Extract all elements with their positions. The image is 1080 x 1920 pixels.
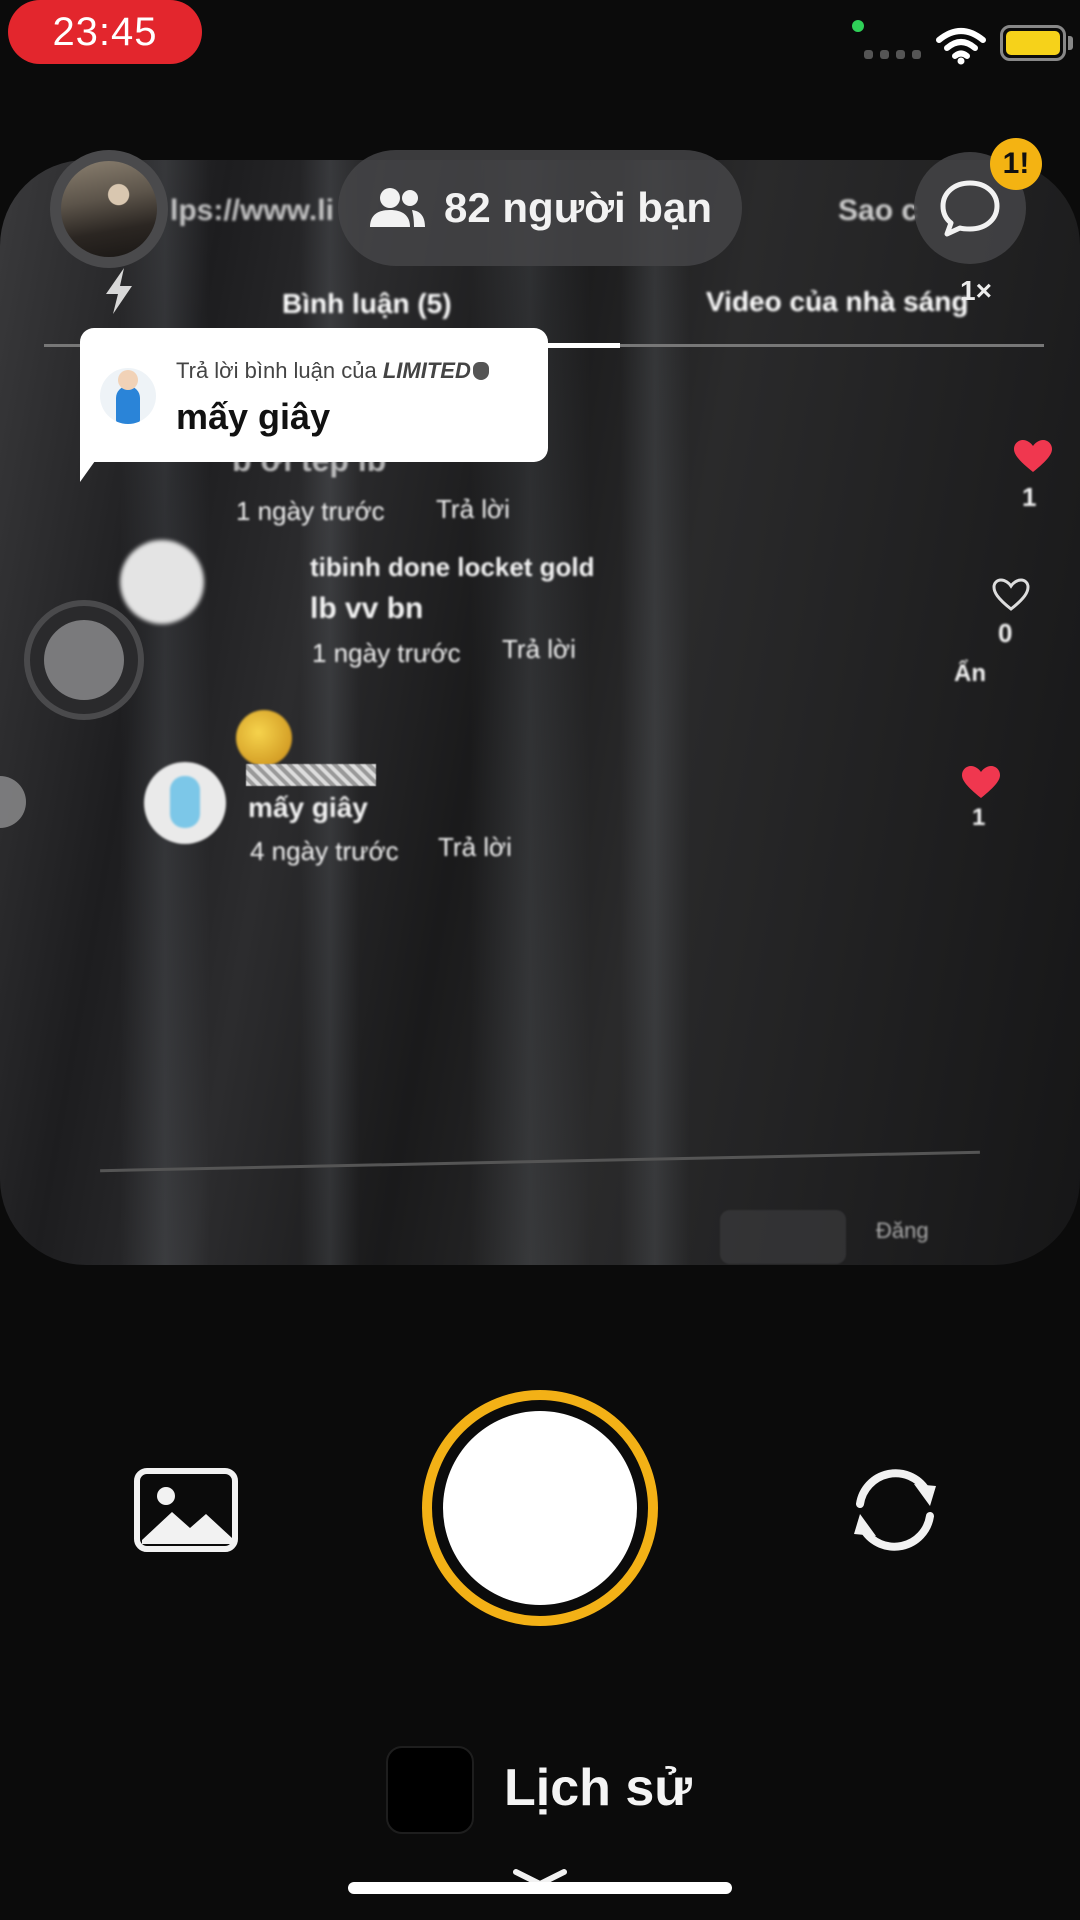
preview-comment1-reply: Trả lời bbox=[436, 494, 510, 524]
flash-icon bbox=[106, 268, 132, 314]
preview-comment3-avatar bbox=[144, 762, 226, 844]
reply-avatar bbox=[100, 368, 156, 424]
preview-comment3-likes: 1 bbox=[972, 804, 986, 831]
reply-card-tail bbox=[80, 440, 110, 482]
heart-icon bbox=[962, 766, 1000, 798]
history-label[interactable]: Lịch sử bbox=[504, 1758, 692, 1818]
shutter-button[interactable] bbox=[422, 1390, 658, 1626]
camera-preview[interactable]: lps://www.li Sao c Bình luận (5) Video c… bbox=[0, 160, 1080, 1265]
preview-comment2-reply: Trả lời bbox=[502, 634, 576, 664]
zoom-label: 1× bbox=[960, 275, 992, 306]
preview-collapse-button bbox=[0, 776, 26, 828]
preview-tab-comments: Bình luận (5) bbox=[282, 288, 452, 319]
preview-url-text: lps://www.li bbox=[170, 194, 334, 227]
status-time: 23:45 bbox=[52, 9, 158, 54]
preview-floating-button-inner bbox=[44, 620, 124, 700]
gallery-icon[interactable] bbox=[134, 1468, 238, 1552]
preview-comment1-likes: 1 bbox=[1022, 482, 1037, 512]
wifi-icon bbox=[936, 28, 986, 65]
profile-avatar-button[interactable] bbox=[50, 150, 168, 268]
preview-comment2-text: lb vv bn bbox=[310, 592, 424, 625]
friends-button[interactable]: 82 người bạn bbox=[338, 150, 742, 266]
preview-hide-label: Ẩn bbox=[954, 660, 986, 687]
apple-logo-icon bbox=[472, 362, 489, 380]
reply-comment-sticker[interactable]: Trả lời bình luận của LIMITED mấy giây bbox=[80, 328, 548, 462]
reply-label: Trả lời bình luận của LIMITED bbox=[176, 358, 489, 384]
battery-tip bbox=[1068, 36, 1073, 50]
heart-icon bbox=[1014, 440, 1052, 472]
preview-comment3-time: 4 ngày trước bbox=[250, 836, 399, 866]
preview-comment2-time: 1 ngày trước bbox=[312, 638, 461, 668]
reply-comment-text: mấy giây bbox=[176, 396, 331, 437]
recording-time-pill[interactable]: 23:45 bbox=[8, 0, 202, 64]
flip-camera-icon[interactable] bbox=[840, 1460, 950, 1560]
preview-comment3-reply: Trả lời bbox=[438, 832, 512, 862]
preview-sao-text: Sao c bbox=[838, 194, 919, 227]
heart-outline-icon bbox=[992, 578, 1030, 611]
preview-comment2-likes: 0 bbox=[998, 618, 1013, 648]
chat-bubble-icon bbox=[940, 180, 1000, 237]
camera-in-use-indicator bbox=[852, 20, 864, 32]
friends-count-label: 82 người bạn bbox=[444, 184, 712, 231]
preview-comment3-text: mấy giây bbox=[248, 792, 368, 823]
shutter-button-inner bbox=[443, 1411, 637, 1605]
preview-post-label: Đăng bbox=[876, 1218, 929, 1243]
zoom-button[interactable]: 1× bbox=[936, 258, 1016, 324]
preview-comment1-time: 1 ngày trước bbox=[236, 496, 385, 526]
preview-comment3-redacted-user bbox=[246, 764, 376, 786]
preview-comment1-avatar bbox=[120, 540, 204, 624]
preview-comment2-user: tibinh done locket gold bbox=[310, 552, 595, 582]
preview-tab-videos: Video của nhà sáng bbox=[706, 286, 969, 317]
home-indicator[interactable] bbox=[348, 1882, 732, 1894]
flash-button[interactable] bbox=[84, 256, 154, 326]
preview-comment2-avatar bbox=[236, 710, 292, 766]
preview-comment-input bbox=[720, 1210, 846, 1264]
friends-icon bbox=[370, 188, 425, 227]
cellular-signal-icon bbox=[864, 50, 921, 59]
history-thumbnail[interactable] bbox=[386, 1746, 474, 1834]
chat-notification-badge: 1! bbox=[990, 138, 1042, 190]
avatar bbox=[61, 161, 157, 257]
battery-icon bbox=[1000, 25, 1066, 61]
